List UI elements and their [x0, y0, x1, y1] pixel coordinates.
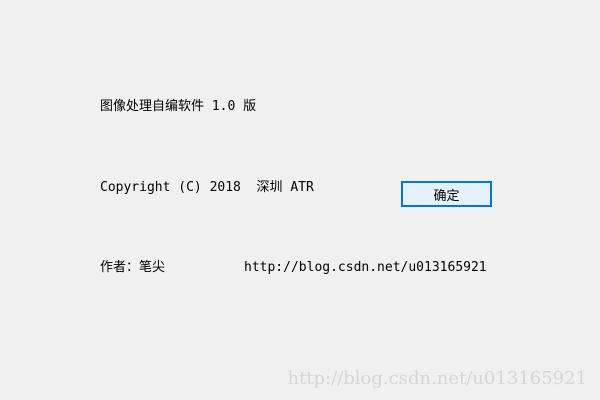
blog-url-text: http://blog.csdn.net/u013165921 [244, 260, 487, 275]
app-title-text: 图像处理自编软件 1.0 版 [100, 99, 257, 114]
ok-button[interactable]: 确定 [401, 181, 492, 207]
about-dialog: 图像处理自编软件 1.0 版 Copyright (C) 2018 深圳 ATR… [0, 0, 600, 400]
watermark-text: http://blog.csdn.net/u013165921 [287, 368, 588, 389]
copyright-text: Copyright (C) 2018 深圳 ATR [100, 180, 314, 195]
author-text: 作者：笔尖 [100, 260, 166, 275]
ok-button-label: 确定 [433, 188, 460, 204]
